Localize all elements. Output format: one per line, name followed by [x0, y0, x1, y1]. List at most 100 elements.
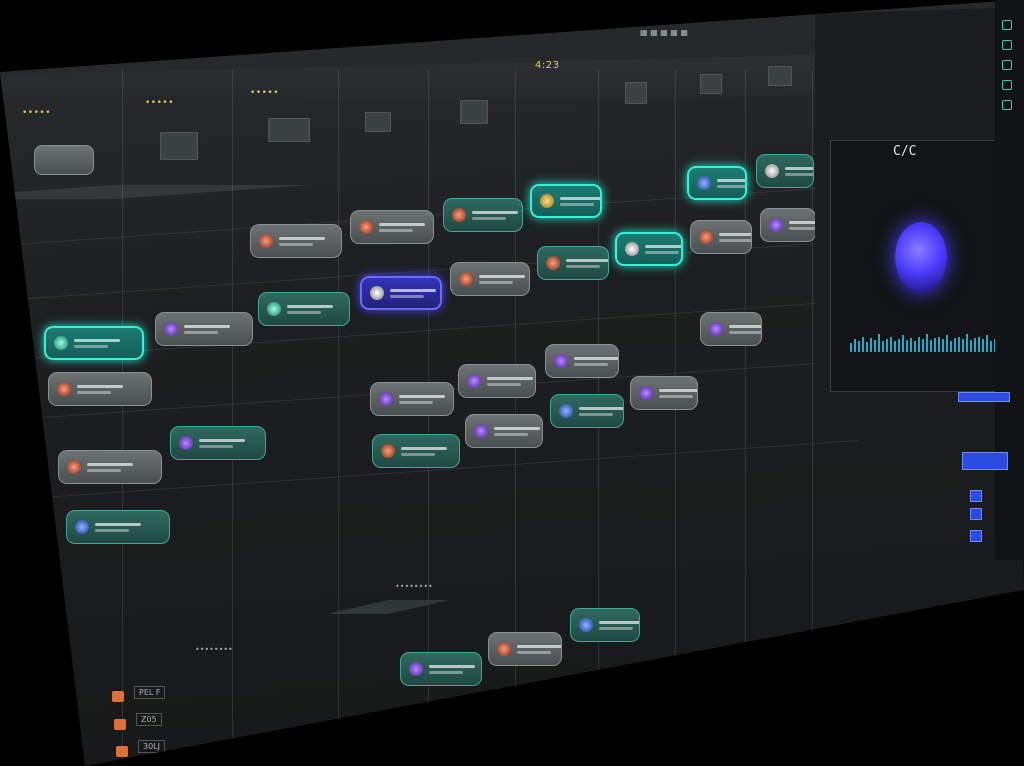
clip[interactable] [370, 382, 454, 416]
clip-thumbnail-icon [467, 374, 481, 388]
clip-thumbnail-icon [417, 722, 431, 736]
track-thumbnail [268, 118, 310, 142]
meter-bar [918, 337, 920, 352]
track-thumbnail [365, 112, 391, 132]
clip-thumbnail-icon [709, 322, 723, 336]
clip[interactable] [492, 688, 566, 722]
clip[interactable] [350, 210, 434, 244]
clip-thumbnail-icon [540, 194, 554, 208]
layer-icon[interactable] [970, 530, 982, 542]
clip[interactable] [170, 426, 266, 460]
clip[interactable] [465, 414, 543, 448]
clip-thumbnail-icon [474, 424, 488, 438]
clip-thumbnail-icon [697, 176, 711, 190]
meter-bar [902, 335, 904, 352]
section-divider [80, 600, 960, 614]
track-color-tag [116, 746, 128, 757]
meter-bar [950, 341, 952, 352]
clip[interactable] [545, 344, 619, 378]
clip[interactable] [48, 372, 152, 406]
tool-icon[interactable] [1002, 80, 1012, 90]
track-thumbnail [768, 66, 792, 86]
tool-icon[interactable] [1002, 100, 1012, 110]
clip[interactable] [66, 510, 170, 544]
clip[interactable] [250, 224, 342, 258]
clip-thumbnail-icon [769, 218, 783, 232]
meter-bar [882, 341, 884, 352]
clip[interactable] [450, 262, 530, 296]
clip[interactable] [408, 712, 488, 746]
meter-bar [942, 339, 944, 352]
clip-selected[interactable] [687, 166, 747, 200]
meter-bar [930, 340, 932, 352]
layer-icon[interactable] [970, 508, 982, 520]
track-thumbnail [160, 132, 198, 160]
clip[interactable] [58, 450, 162, 484]
track-header-2[interactable]: ••••• [145, 98, 174, 108]
clip-thumbnail-icon [75, 520, 89, 534]
meter-bar [926, 334, 928, 352]
meter-bar [946, 335, 948, 352]
meter-bar [866, 342, 868, 352]
clip[interactable] [488, 632, 562, 666]
blue-action-button[interactable] [962, 452, 1008, 470]
tool-icon[interactable] [1002, 40, 1012, 50]
meter-bar [858, 341, 860, 352]
clip[interactable] [537, 246, 609, 280]
section-label: •••••••• [195, 645, 233, 654]
clip-thumbnail-icon [497, 642, 511, 656]
meter-bar [862, 337, 864, 352]
clip-thumbnail-icon [370, 286, 384, 300]
track-color-tag [114, 719, 126, 730]
meter-bar [890, 337, 892, 352]
clip-thumbnail-icon [546, 256, 560, 270]
clip[interactable] [700, 312, 762, 346]
track-header-3[interactable]: ••••• [250, 88, 279, 98]
track-label[interactable]: PEL F [134, 686, 166, 699]
meter-bar [990, 341, 992, 352]
tool-icon[interactable] [1002, 60, 1012, 70]
clip-active[interactable] [360, 276, 442, 310]
tool-icon[interactable] [1002, 20, 1012, 30]
section-label: •••••••• [395, 582, 433, 591]
clip-thumbnail-icon [259, 234, 273, 248]
clip[interactable] [155, 312, 253, 346]
track-name-button[interactable] [34, 145, 94, 175]
clip-selected[interactable] [44, 326, 144, 360]
meter-bar [954, 338, 956, 352]
clip[interactable] [400, 652, 482, 686]
clip-thumbnail-icon [559, 404, 573, 418]
clip[interactable] [550, 394, 624, 428]
meter-bar [982, 339, 984, 352]
clip-thumbnail-icon [625, 242, 639, 256]
meter-bar [874, 340, 876, 352]
clip-selected[interactable] [530, 184, 602, 218]
clip[interactable] [630, 376, 698, 410]
meter-bar [962, 339, 964, 352]
clip[interactable] [760, 208, 816, 242]
clip[interactable] [756, 154, 814, 188]
clip-selected[interactable] [615, 232, 683, 266]
layer-icon[interactable] [970, 490, 982, 502]
meter-bar [958, 337, 960, 352]
clip[interactable] [258, 292, 350, 326]
clip[interactable] [443, 198, 523, 232]
blue-progress-bar[interactable] [958, 392, 1010, 402]
clip[interactable] [458, 364, 536, 398]
clip[interactable] [690, 220, 752, 254]
clip-thumbnail-icon [57, 382, 71, 396]
clip-thumbnail-icon [179, 436, 193, 450]
clip[interactable] [372, 434, 460, 468]
meter-bar [966, 334, 968, 352]
clip-thumbnail-icon [267, 302, 281, 316]
clip-thumbnail-icon [409, 662, 423, 676]
meter-bar [986, 335, 988, 352]
meter-bar [898, 339, 900, 352]
clip[interactable] [570, 608, 640, 642]
toolbar-icons[interactable]: ▦ ▦ ▦ ▦ ▦ [640, 28, 688, 37]
track-label[interactable]: 30LJ [138, 740, 165, 753]
track-header-1[interactable]: ••••• [22, 108, 51, 118]
track-thumbnail [460, 100, 488, 124]
meter-bar [886, 339, 888, 352]
track-label[interactable]: Z05 [136, 713, 162, 726]
